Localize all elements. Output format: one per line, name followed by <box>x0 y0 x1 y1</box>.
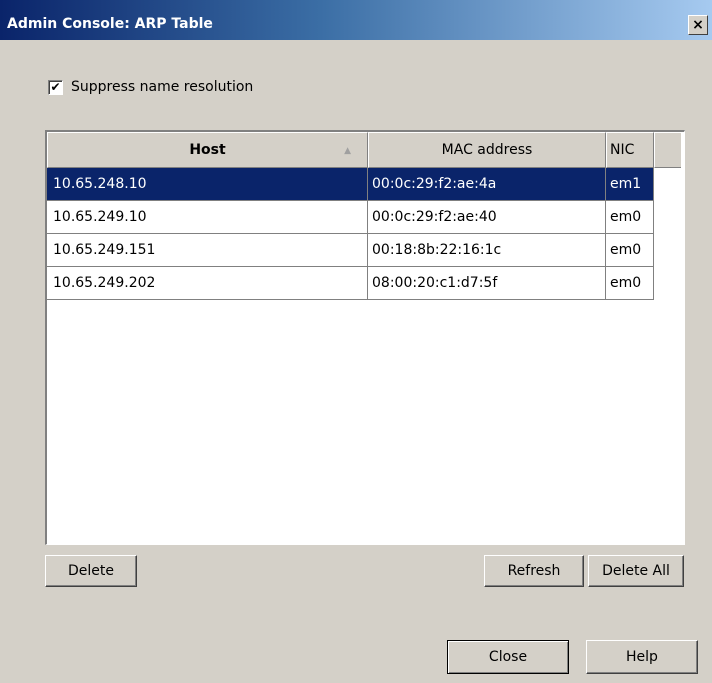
suppress-name-resolution-label[interactable]: Suppress name resolution <box>71 79 253 95</box>
suppress-name-resolution-option[interactable]: ✔ Suppress name resolution <box>48 78 253 96</box>
table-row[interactable]: 10.65.248.10 00:0c:29:f2:ae:4a em1 <box>47 168 654 201</box>
window-title: Admin Console: ARP Table <box>7 16 213 32</box>
table-row[interactable]: 10.65.249.202 08:00:20:c1:d7:5f em0 <box>47 267 654 300</box>
column-header-host-label: Host <box>189 142 226 158</box>
cell-mac: 00:0c:29:f2:ae:4a <box>368 168 606 201</box>
table-row[interactable]: 10.65.249.151 00:18:8b:22:16:1c em0 <box>47 234 654 267</box>
cell-nic: em0 <box>606 234 654 267</box>
cell-mac: 08:00:20:c1:d7:5f <box>368 267 606 300</box>
column-header-nic-label: NIC <box>610 142 635 158</box>
cell-host: 10.65.249.151 <box>47 234 368 267</box>
cell-nic: em1 <box>606 168 654 201</box>
window-close-button[interactable]: × <box>688 15 708 35</box>
cell-host: 10.65.249.202 <box>47 267 368 300</box>
delete-all-button[interactable]: Delete All <box>588 555 684 587</box>
table-body: 10.65.248.10 00:0c:29:f2:ae:4a em1 10.65.24… <box>47 168 654 300</box>
cell-nic: em0 <box>606 201 654 234</box>
column-header-nic[interactable]: NIC <box>606 132 654 168</box>
table-row[interactable]: 10.65.249.10 00:0c:29:f2:ae:40 em0 <box>47 201 654 234</box>
column-header-mac[interactable]: MAC address <box>368 132 606 168</box>
cell-nic: em0 <box>606 267 654 300</box>
refresh-button[interactable]: Refresh <box>484 555 584 587</box>
column-header-host[interactable]: Host ▲ <box>47 132 368 168</box>
suppress-name-resolution-checkbox[interactable]: ✔ <box>48 79 63 95</box>
cell-host: 10.65.248.10 <box>47 168 368 201</box>
title-bar[interactable]: Admin Console: ARP Table × <box>0 0 712 40</box>
column-header-filler <box>654 132 681 168</box>
close-icon: × <box>692 17 704 33</box>
help-button[interactable]: Help <box>586 640 698 674</box>
checkmark-icon: ✔ <box>50 80 61 94</box>
cell-mac: 00:18:8b:22:16:1c <box>368 234 606 267</box>
cell-host: 10.65.249.10 <box>47 201 368 234</box>
cell-mac: 00:0c:29:f2:ae:40 <box>368 201 606 234</box>
table-header: Host ▲ MAC address NIC <box>47 132 681 168</box>
close-button[interactable]: Close <box>447 640 569 674</box>
sort-ascending-icon: ▲ <box>344 146 351 156</box>
arp-table[interactable]: Host ▲ MAC address NIC 10.65.248.10 00:0c… <box>45 130 685 545</box>
column-header-mac-label: MAC address <box>441 142 533 158</box>
delete-button[interactable]: Delete <box>45 555 137 587</box>
